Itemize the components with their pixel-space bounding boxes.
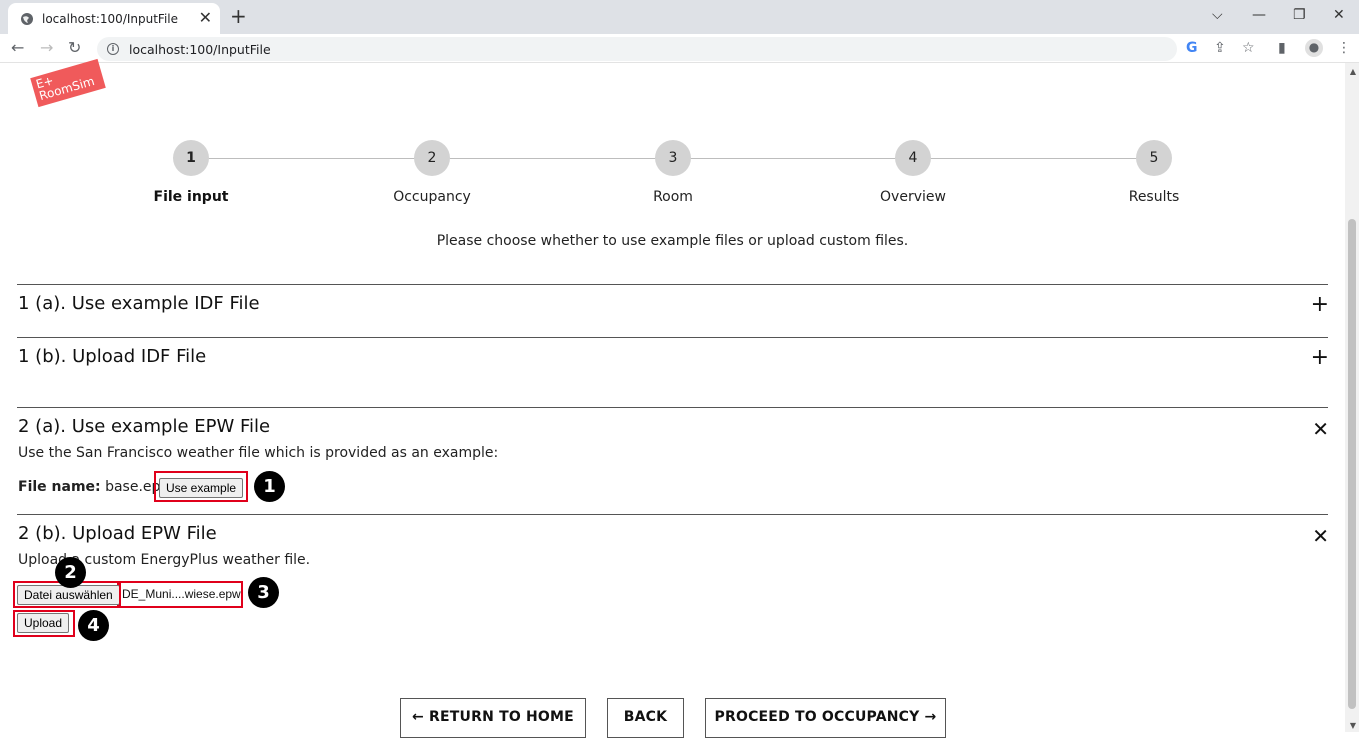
bookmark-star-icon[interactable]: ☆: [1242, 40, 1255, 56]
collapse-close-icon[interactable]: ✕: [1312, 418, 1329, 440]
url-text: localhost:100/InputFile: [129, 41, 271, 57]
tab-title: localhost:100/InputFile: [42, 11, 179, 26]
divider: [17, 407, 1328, 408]
url-field[interactable]: i localhost:100/InputFile: [97, 37, 1177, 61]
file-name-row: File name: base.epw: [18, 479, 172, 495]
section-title-idf-example[interactable]: 1 (a). Use example IDF File: [18, 293, 260, 314]
step-occupancy: 2 Occupancy: [362, 138, 502, 205]
step-label: Results: [1128, 189, 1180, 205]
step-number: 5: [1136, 140, 1172, 176]
side-panel-icon[interactable]: ▮: [1278, 40, 1286, 56]
annotation-badge-4: 4: [78, 610, 109, 641]
step-results: 5 Results: [1084, 138, 1224, 205]
browser-tab[interactable]: localhost:100/InputFile ✕: [8, 3, 220, 34]
annotation-badge-3: 3: [248, 577, 279, 608]
browser-tab-bar: localhost:100/InputFile ✕ + ⌵ — ❐ ✕: [0, 0, 1359, 34]
upload-button[interactable]: Upload: [17, 613, 70, 633]
collapse-close-icon[interactable]: ✕: [1312, 525, 1329, 547]
profile-avatar-icon[interactable]: ●: [1305, 39, 1323, 57]
proceed-to-occupancy-button[interactable]: PROCEED TO OCCUPANCY →: [705, 698, 946, 738]
instruction-text: Please choose whether to use example fil…: [436, 233, 909, 249]
step-number: 1: [173, 140, 209, 176]
scrollbar-thumb[interactable]: [1348, 219, 1356, 709]
forward-arrow-icon[interactable]: →: [40, 39, 53, 57]
reload-icon[interactable]: ↻: [68, 39, 81, 57]
step-number: 2: [414, 140, 450, 176]
restore-icon[interactable]: ❐: [1293, 6, 1306, 24]
step-label: Overview: [880, 189, 946, 205]
address-bar: ← → ↻ i localhost:100/InputFile G ⇪ ☆ ▮ …: [0, 34, 1359, 63]
step-label: Occupancy: [393, 189, 471, 205]
google-icon[interactable]: G: [1186, 40, 1198, 56]
expand-plus-icon[interactable]: +: [1311, 347, 1329, 369]
step-number: 3: [655, 140, 691, 176]
tab-search-chevron-icon[interactable]: ⌵: [1212, 6, 1223, 24]
site-info-icon[interactable]: i: [107, 43, 119, 55]
choose-file-button[interactable]: Datei auswählen: [17, 585, 120, 605]
file-name-label: File name:: [18, 479, 101, 495]
new-tab-icon[interactable]: +: [230, 6, 247, 26]
step-label: Room: [653, 189, 693, 205]
divider: [17, 514, 1328, 515]
menu-kebab-icon[interactable]: ⋮: [1337, 40, 1351, 56]
section-title-epw-upload[interactable]: 2 (b). Upload EPW File: [18, 523, 217, 544]
divider: [17, 337, 1328, 338]
page-scrollbar[interactable]: ▲ ▼: [1345, 63, 1359, 732]
step-number: 4: [895, 140, 931, 176]
step-label: File input: [153, 189, 229, 205]
use-example-button[interactable]: Use example: [159, 478, 244, 498]
globe-icon: [21, 12, 33, 25]
progress-stepper: 1 File input 2 Occupancy 3 Room 4 Overvi…: [0, 138, 1345, 208]
selected-file-name: DE_Muni....wiese.epw: [122, 587, 241, 601]
return-home-button[interactable]: ← RETURN TO HOME: [400, 698, 586, 738]
expand-plus-icon[interactable]: +: [1311, 294, 1329, 316]
annotation-badge-2: 2: [55, 557, 86, 588]
divider: [17, 284, 1328, 285]
step-file-input: 1 File input: [121, 138, 261, 205]
back-button[interactable]: BACK: [607, 698, 684, 738]
window-close-icon[interactable]: ✕: [1333, 6, 1345, 24]
minimize-icon[interactable]: —: [1252, 6, 1266, 24]
step-overview: 4 Overview: [843, 138, 983, 205]
section-title-epw-example[interactable]: 2 (a). Use example EPW File: [18, 416, 270, 437]
annotation-badge-1: 1: [254, 471, 285, 502]
scroll-up-arrow-icon[interactable]: ▲: [1350, 67, 1356, 76]
app-logo[interactable]: E+ RoomSim: [30, 58, 106, 108]
close-tab-icon[interactable]: ✕: [199, 10, 212, 26]
epw-example-description: Use the San Francisco weather file which…: [18, 445, 499, 461]
step-room: 3 Room: [603, 138, 743, 205]
scroll-down-arrow-icon[interactable]: ▼: [1350, 721, 1356, 730]
share-icon[interactable]: ⇪: [1214, 40, 1226, 56]
section-title-idf-upload[interactable]: 1 (b). Upload IDF File: [18, 346, 206, 367]
back-arrow-icon[interactable]: ←: [11, 39, 24, 57]
